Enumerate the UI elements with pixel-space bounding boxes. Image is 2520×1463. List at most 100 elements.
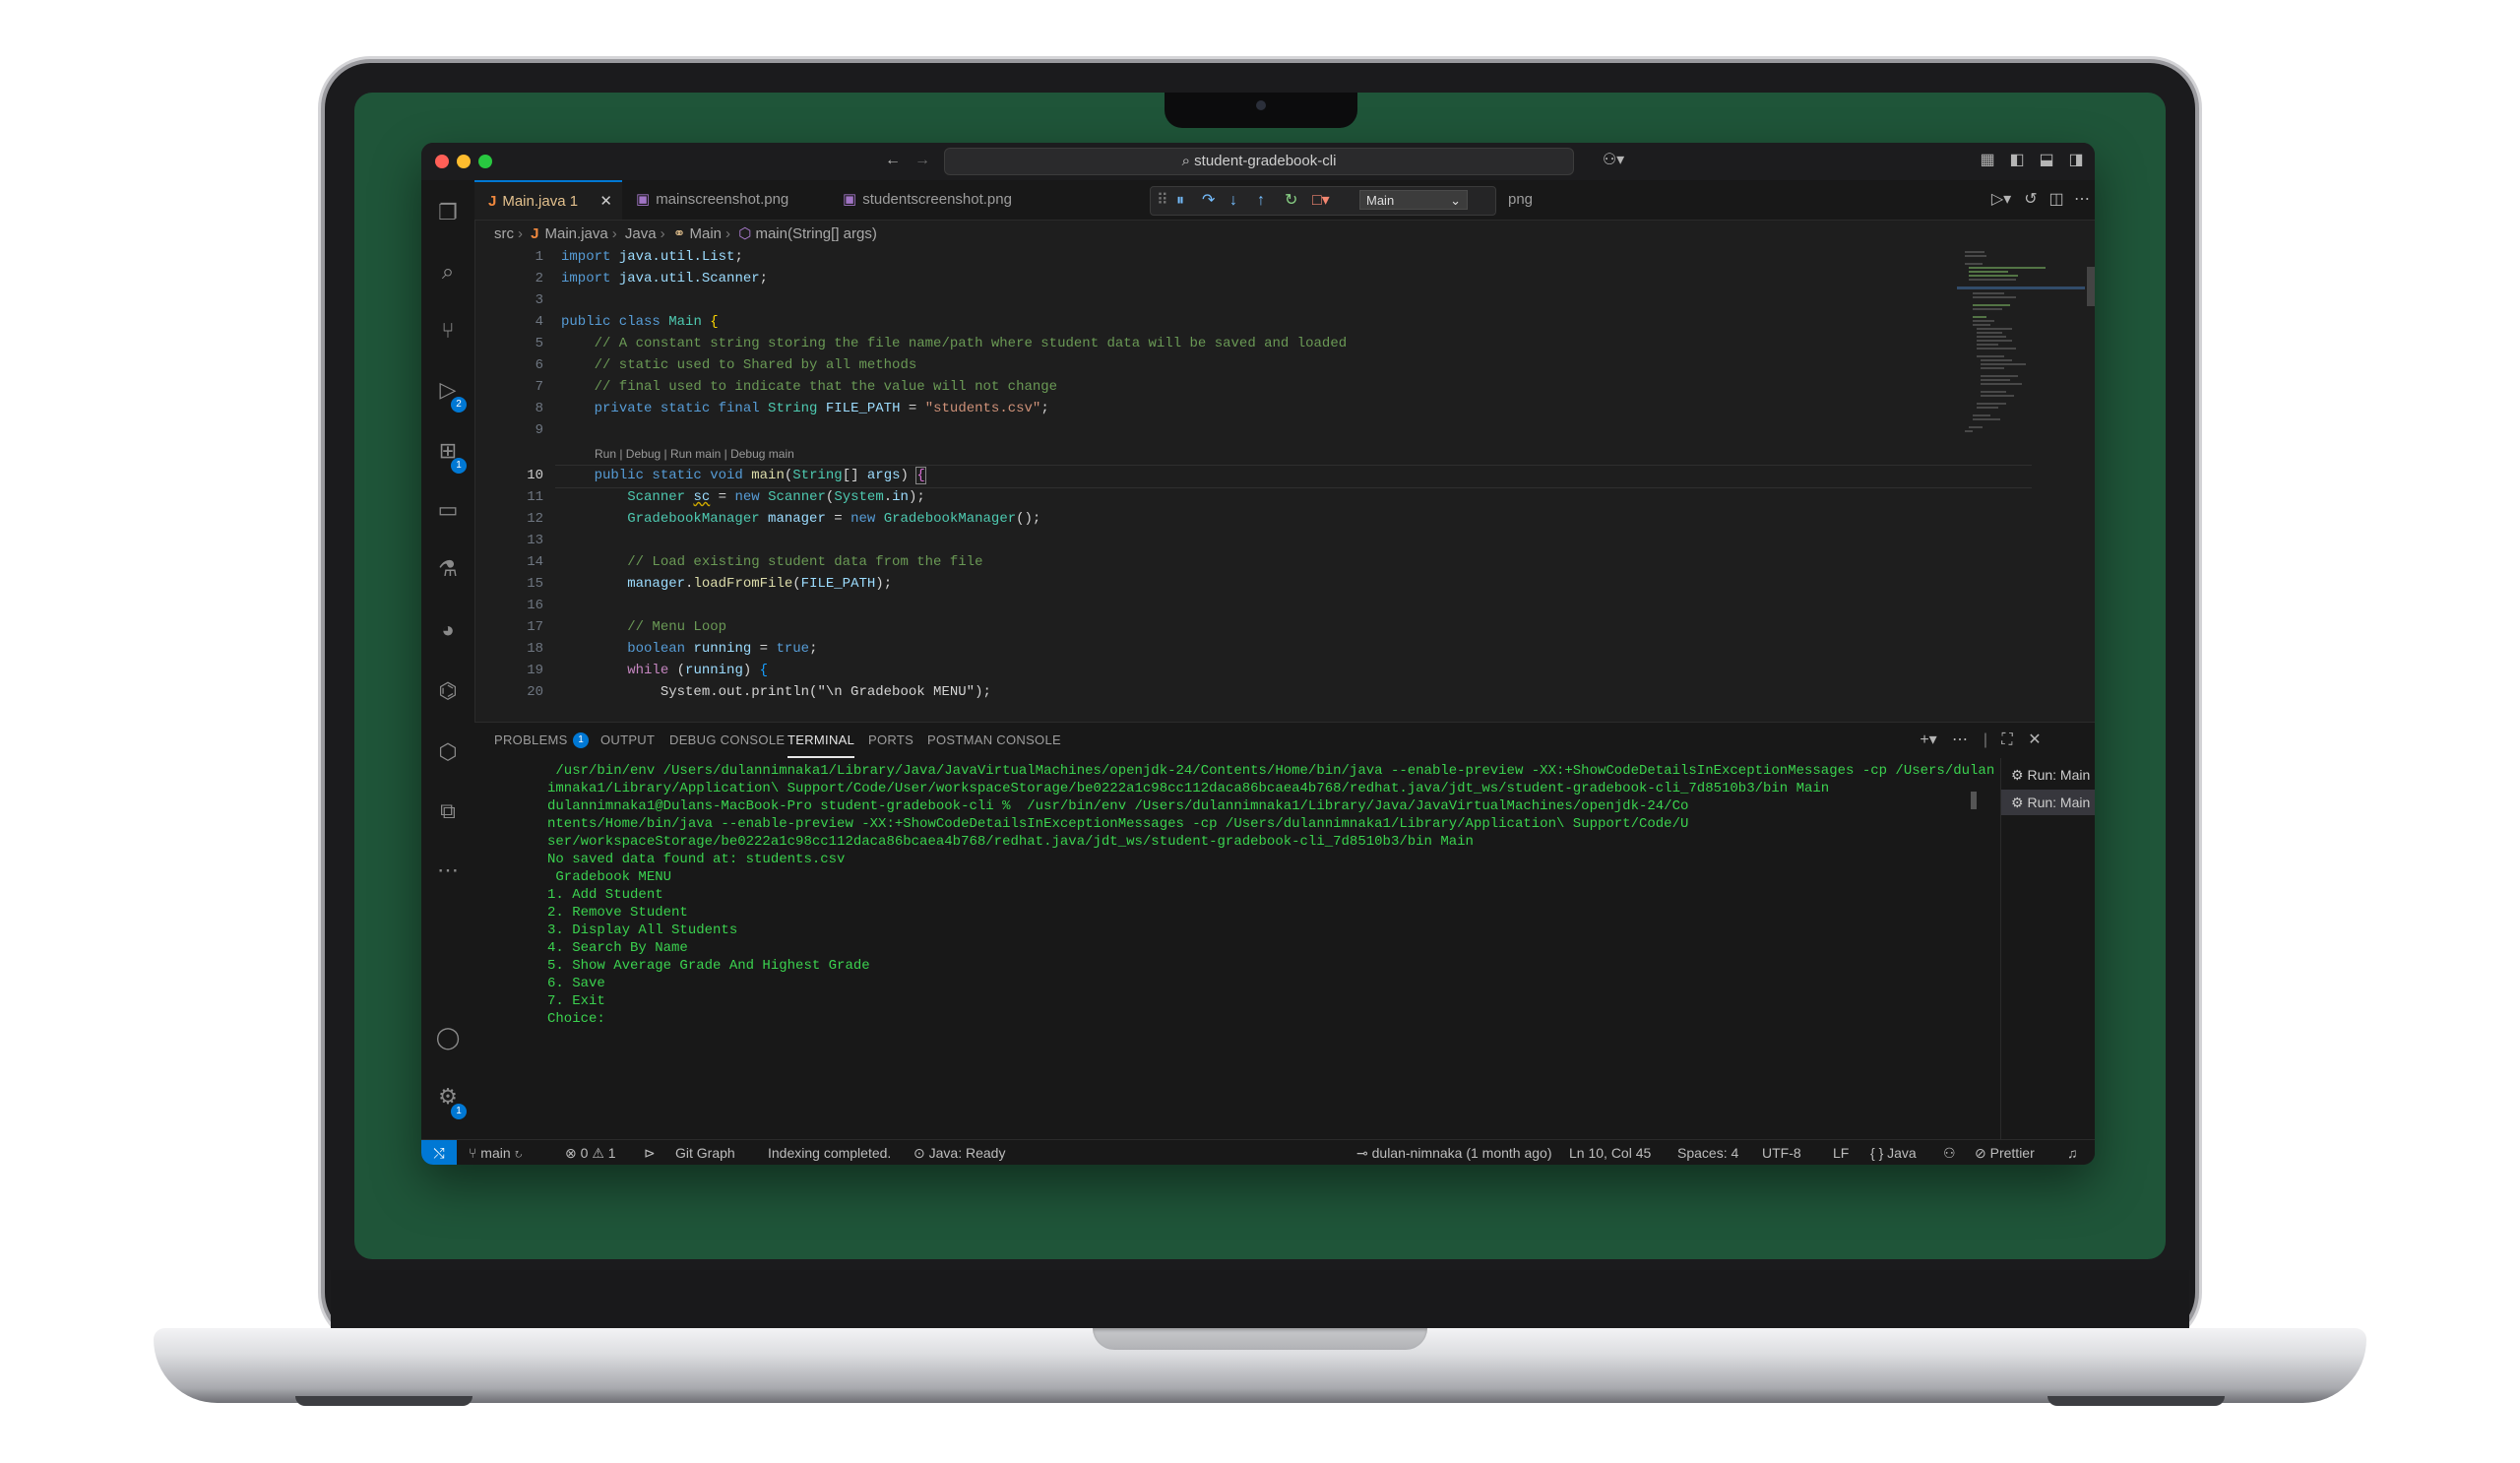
prettier-label: Prettier xyxy=(1989,1145,2035,1161)
breadcrumb-language[interactable]: Java xyxy=(625,225,657,242)
step-into-icon[interactable]: ↓ xyxy=(1229,191,1237,211)
forward-arrow-icon[interactable]: → xyxy=(914,152,931,169)
tab-truncated[interactable]: png xyxy=(1494,180,1553,220)
language-mode[interactable]: { } Java xyxy=(1870,1140,1917,1165)
python-icon[interactable]: ⌬ xyxy=(435,678,461,704)
customize-layout-icon[interactable]: ▦ xyxy=(1979,152,1996,169)
breadcrumb-class[interactable]: Main xyxy=(690,225,723,242)
pause-icon[interactable]: ⏸ xyxy=(1176,191,1184,211)
maximize-window-button[interactable] xyxy=(478,155,492,168)
java-status-label: Java: Ready xyxy=(928,1145,1006,1161)
source-control-icon[interactable]: ⑂ xyxy=(435,318,461,344)
timeline-history-icon[interactable]: ↺ xyxy=(2022,191,2040,209)
code-line: System.out.println("\n Gradebook MENU"); xyxy=(561,684,991,700)
terminal-line: Gradebook MENU xyxy=(547,869,672,885)
tab-mainscreenshot[interactable]: ▣ mainscreenshot.png xyxy=(622,180,829,220)
drag-handle-icon[interactable]: ⠿ xyxy=(1157,191,1168,211)
language-label: Java xyxy=(1887,1145,1917,1161)
line-number: 6 xyxy=(535,357,543,373)
more-actions-icon[interactable]: ⋯ xyxy=(1951,732,1969,749)
git-blame[interactable]: ⊸ dulan-nimnaka (1 month ago) xyxy=(1356,1140,1552,1165)
copilot-icon[interactable]: ⚇▾ xyxy=(1599,152,1628,169)
breadcrumb-file[interactable]: Main.java xyxy=(545,225,608,242)
debug-run-icon[interactable]: ⊳ xyxy=(644,1140,656,1165)
toggle-sidebar-icon[interactable]: ◧ xyxy=(2008,152,2026,169)
more-actions-icon[interactable]: ⋯ xyxy=(2073,191,2091,209)
notifications-bell-icon[interactable]: ♫ xyxy=(2067,1140,2078,1165)
indentation[interactable]: Spaces: 4 xyxy=(1677,1140,1738,1165)
tab-ports[interactable]: PORTS xyxy=(868,723,914,758)
back-arrow-icon[interactable]: ← xyxy=(884,152,902,169)
step-over-icon[interactable]: ↷ xyxy=(1202,191,1215,211)
laptop-foot-right xyxy=(2048,1396,2225,1406)
terminal-instance[interactable]: ⚙ Run: Main xyxy=(2001,762,2095,788)
breadcrumb-method[interactable]: main(String[] args) xyxy=(755,225,876,242)
split-editor-icon[interactable]: ◫ xyxy=(2048,191,2065,209)
bottom-panel: PROBLEMS 1 OUTPUT DEBUG CONSOLE TERMINAL… xyxy=(474,722,2095,1140)
line-number: 4 xyxy=(535,314,543,330)
close-panel-icon[interactable]: ✕ xyxy=(2026,732,2044,749)
codelens-run-debug[interactable]: Run | Debug | Run main | Debug main xyxy=(595,447,794,461)
minimize-window-button[interactable] xyxy=(457,155,471,168)
toggle-panel-icon[interactable]: ⬓ xyxy=(2038,152,2055,169)
code-line: // Menu Loop xyxy=(561,619,727,635)
remote-indicator-icon[interactable]: ⤭ xyxy=(421,1140,457,1165)
close-window-button[interactable] xyxy=(435,155,449,168)
divider: | xyxy=(1983,732,1988,748)
toggle-secondary-sidebar-icon[interactable]: ◨ xyxy=(2067,152,2085,169)
terminal-line: 5. Show Average Grade And Highest Grade xyxy=(547,958,870,974)
tab-postman-console[interactable]: POSTMAN CONSOLE xyxy=(927,723,1061,758)
terminal-scrollbar[interactable] xyxy=(1971,792,1977,809)
line-number: 2 xyxy=(535,271,543,286)
code-editor[interactable]: 1 import java.util.List; 2 import java.u… xyxy=(474,247,2040,720)
terminal-output[interactable]: /usr/bin/env /Users/dulannimnaka1/Librar… xyxy=(547,762,1994,1136)
code-line: // static used to Shared by all methods xyxy=(561,357,917,373)
laptop-foot-left xyxy=(295,1396,472,1406)
stop-icon[interactable]: □▾ xyxy=(1312,191,1330,211)
line-number: 17 xyxy=(527,619,543,635)
encoding[interactable]: UTF-8 xyxy=(1762,1140,1801,1165)
settings-badge: 1 xyxy=(451,1104,467,1119)
minimap[interactable] xyxy=(1957,247,2095,503)
branch-indicator[interactable]: ⑂ main ↻ xyxy=(469,1140,523,1165)
problems-indicator[interactable]: ⊗ 0 ⚠ 1 xyxy=(565,1140,616,1165)
tab-studentscreenshot[interactable]: ▣ studentscreenshot.png xyxy=(829,180,1055,220)
command-center-search[interactable]: ⌕ student-gradebook-cli xyxy=(944,148,1574,175)
explorer-icon[interactable]: ❐ xyxy=(435,200,461,225)
tab-terminal[interactable]: TERMINAL xyxy=(788,723,855,758)
debug-config-select[interactable]: Main ⌄ xyxy=(1359,190,1468,210)
remote-explorer-icon[interactable]: ▭ xyxy=(435,497,461,523)
git-blame-label: dulan-nimnaka (1 month ago) xyxy=(1371,1145,1552,1161)
accounts-icon[interactable]: ◯ xyxy=(435,1025,461,1050)
run-java-icon[interactable]: ▷▾ xyxy=(1988,191,2014,209)
testing-icon[interactable]: ⚗ xyxy=(435,556,461,582)
terminal-instance-active[interactable]: ⚙ Run: Main xyxy=(2001,790,2095,815)
cursor-position[interactable]: Ln 10, Col 45 xyxy=(1569,1140,1651,1165)
tab-debug-console[interactable]: DEBUG CONSOLE xyxy=(669,723,785,758)
terminal-instance-label: Run: Main xyxy=(2027,767,2091,783)
maximize-panel-icon[interactable]: ⛶ xyxy=(1998,732,2016,749)
end-of-line[interactable]: LF xyxy=(1833,1140,1849,1165)
terminal-line: ntents/Home/bin/java --enable-preview -X… xyxy=(547,816,1689,832)
more-views-icon[interactable]: ⋯ xyxy=(435,858,461,883)
tab-main-java[interactable]: J Main.java 1 ✕ xyxy=(474,180,622,220)
copilot-status-icon[interactable]: ⚇ xyxy=(1943,1140,1956,1165)
code-line: Scanner sc = new Scanner(System.in); xyxy=(627,489,925,505)
line-number: 11 xyxy=(527,489,543,505)
tab-output[interactable]: OUTPUT xyxy=(600,723,655,758)
new-terminal-icon[interactable]: +▾ xyxy=(1914,732,1943,749)
terminal-line: /usr/bin/env /Users/dulannimnaka1/Librar… xyxy=(547,763,1994,779)
editor-scrollbar[interactable] xyxy=(2087,267,2095,306)
search-icon[interactable]: ⌕ xyxy=(435,259,461,285)
containers-icon[interactable]: ⬡ xyxy=(435,739,461,765)
tab-problems[interactable]: PROBLEMS xyxy=(494,723,568,758)
postman-icon[interactable]: ◕ xyxy=(435,617,461,643)
java-status[interactable]: ⊙ Java: Ready xyxy=(914,1140,1005,1165)
close-tab-icon[interactable]: ✕ xyxy=(599,182,612,222)
git-graph-icon[interactable]: ⧉ xyxy=(435,798,461,824)
restart-icon[interactable]: ↻ xyxy=(1285,191,1297,211)
prettier-status[interactable]: ⊘ Prettier xyxy=(1975,1140,2035,1165)
git-graph-button[interactable]: Git Graph xyxy=(675,1140,735,1165)
breadcrumb-src[interactable]: src xyxy=(494,225,514,242)
step-out-icon[interactable]: ↑ xyxy=(1257,191,1265,211)
